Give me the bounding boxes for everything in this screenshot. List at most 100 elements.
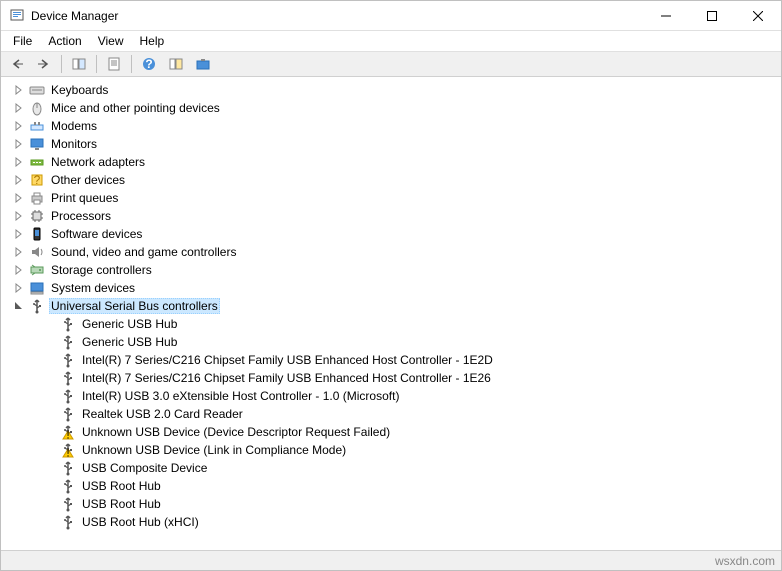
expand-icon[interactable] — [11, 103, 27, 113]
category-node[interactable]: Network adapters — [11, 153, 781, 171]
category-label: System devices — [49, 281, 137, 295]
device-tree-panel[interactable]: KeyboardsMice and other pointing devices… — [1, 77, 781, 550]
category-node[interactable]: Print queues — [11, 189, 781, 207]
device-node[interactable]: Generic USB Hub — [11, 333, 781, 351]
device-label: Intel(R) USB 3.0 eXtensible Host Control… — [80, 389, 401, 403]
app-icon — [9, 8, 25, 24]
expand-icon[interactable] — [11, 283, 27, 293]
category-label: Universal Serial Bus controllers — [49, 298, 220, 314]
window-title: Device Manager — [31, 9, 643, 23]
titlebar: Device Manager — [1, 1, 781, 31]
software-icon — [29, 226, 45, 242]
device-label: USB Composite Device — [80, 461, 209, 475]
toolbar-separator — [131, 55, 132, 73]
usb-icon — [60, 388, 76, 404]
back-button[interactable] — [5, 53, 29, 75]
minimize-button[interactable] — [643, 1, 689, 30]
category-label: Modems — [49, 119, 99, 133]
device-label: Unknown USB Device (Device Descriptor Re… — [80, 425, 392, 439]
help-button[interactable]: ? — [137, 53, 161, 75]
expand-icon[interactable] — [11, 229, 27, 239]
expand-icon[interactable] — [11, 121, 27, 131]
menu-help[interactable]: Help — [132, 32, 173, 50]
category-label: Storage controllers — [49, 263, 154, 277]
usb-icon — [60, 406, 76, 422]
sound-icon — [29, 244, 45, 260]
svg-text:?: ? — [34, 173, 41, 187]
scan-hardware-button[interactable] — [164, 53, 188, 75]
device-label: Realtek USB 2.0 Card Reader — [80, 407, 245, 421]
device-label: USB Root Hub (xHCI) — [80, 515, 201, 529]
device-label: Generic USB Hub — [80, 317, 179, 331]
device-label: Generic USB Hub — [80, 335, 179, 349]
menubar: File Action View Help — [1, 31, 781, 51]
usb-icon — [60, 460, 76, 476]
category-node[interactable]: Processors — [11, 207, 781, 225]
expand-icon[interactable] — [11, 265, 27, 275]
keyboard-icon — [29, 82, 45, 98]
usb-icon — [60, 352, 76, 368]
category-node[interactable]: Sound, video and game controllers — [11, 243, 781, 261]
toolbar-separator — [61, 55, 62, 73]
device-node[interactable]: !Unknown USB Device (Link in Compliance … — [11, 441, 781, 459]
device-node[interactable]: USB Root Hub (xHCI) — [11, 513, 781, 531]
device-node[interactable]: Intel(R) USB 3.0 eXtensible Host Control… — [11, 387, 781, 405]
menu-view[interactable]: View — [90, 32, 132, 50]
footer-text: wsxdn.com — [715, 554, 775, 568]
svg-text:!: ! — [66, 428, 69, 441]
device-node[interactable]: Intel(R) 7 Series/C216 Chipset Family US… — [11, 351, 781, 369]
expand-icon[interactable] — [11, 211, 27, 221]
usb-icon — [60, 334, 76, 350]
category-label: Other devices — [49, 173, 127, 187]
usb-icon — [29, 298, 45, 314]
device-node[interactable]: Generic USB Hub — [11, 315, 781, 333]
device-node[interactable]: USB Root Hub — [11, 477, 781, 495]
category-label: Processors — [49, 209, 113, 223]
category-node[interactable]: Software devices — [11, 225, 781, 243]
category-node[interactable]: Universal Serial Bus controllers — [11, 297, 781, 315]
category-label: Monitors — [49, 137, 99, 151]
show-hidden-devices-button[interactable] — [191, 53, 215, 75]
device-node[interactable]: ! Unknown USB Device (Device Descriptor R… — [11, 423, 781, 441]
toolbar: ? — [1, 51, 781, 77]
show-hide-tree-button[interactable] — [67, 53, 91, 75]
expand-icon[interactable] — [11, 193, 27, 203]
usb-warn-icon: ! — [60, 424, 76, 440]
collapse-icon[interactable] — [11, 301, 27, 311]
forward-button[interactable] — [32, 53, 56, 75]
network-icon — [29, 154, 45, 170]
category-node[interactable]: Mice and other pointing devices — [11, 99, 781, 117]
footer: wsxdn.com — [1, 550, 781, 570]
device-tree: KeyboardsMice and other pointing devices… — [1, 81, 781, 531]
menu-file[interactable]: File — [5, 32, 40, 50]
menu-action[interactable]: Action — [40, 32, 89, 50]
category-node[interactable]: Modems — [11, 117, 781, 135]
device-node[interactable]: USB Composite Device — [11, 459, 781, 477]
category-node[interactable]: ? Other devices — [11, 171, 781, 189]
other-icon: ? — [29, 172, 45, 188]
category-label: Network adapters — [49, 155, 147, 169]
storage-icon — [29, 262, 45, 278]
category-node[interactable]: Storage controllers — [11, 261, 781, 279]
device-label: USB Root Hub — [80, 497, 163, 511]
properties-button[interactable] — [102, 53, 126, 75]
usb-icon — [60, 514, 76, 530]
category-node[interactable]: Keyboards — [11, 81, 781, 99]
mouse-icon — [29, 100, 45, 116]
close-button[interactable] — [735, 1, 781, 30]
category-label: Software devices — [49, 227, 144, 241]
expand-icon[interactable] — [11, 157, 27, 167]
expand-icon[interactable] — [11, 85, 27, 95]
usb-icon — [60, 496, 76, 512]
category-node[interactable]: System devices — [11, 279, 781, 297]
device-node[interactable]: USB Root Hub — [11, 495, 781, 513]
processor-icon — [29, 208, 45, 224]
device-label: USB Root Hub — [80, 479, 163, 493]
device-node[interactable]: Realtek USB 2.0 Card Reader — [11, 405, 781, 423]
expand-icon[interactable] — [11, 247, 27, 257]
expand-icon[interactable] — [11, 139, 27, 149]
expand-icon[interactable] — [11, 175, 27, 185]
device-node[interactable]: Intel(R) 7 Series/C216 Chipset Family US… — [11, 369, 781, 387]
category-node[interactable]: Monitors — [11, 135, 781, 153]
maximize-button[interactable] — [689, 1, 735, 30]
